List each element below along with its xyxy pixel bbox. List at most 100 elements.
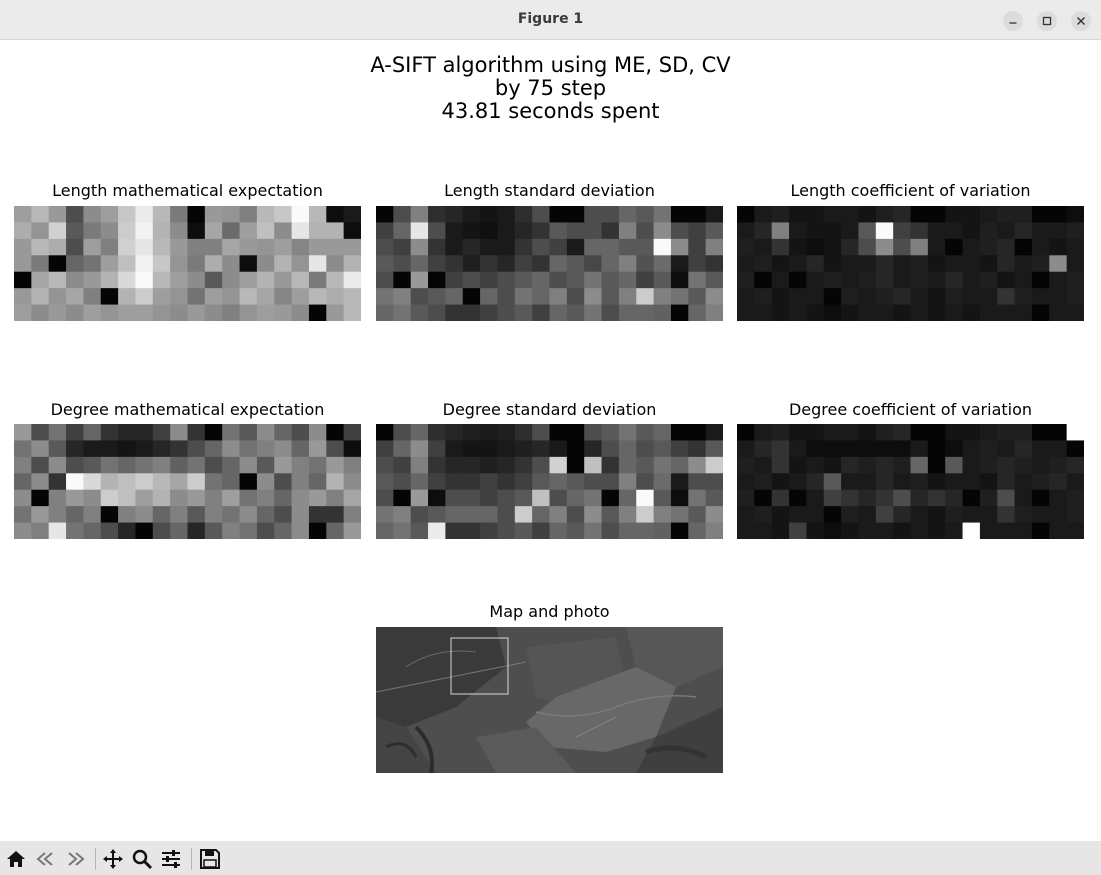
- heatmap-cell: [549, 255, 568, 273]
- heatmap-cell: [841, 440, 859, 458]
- forward-button[interactable]: [63, 847, 87, 871]
- heatmap-cell: [239, 255, 258, 273]
- heatmap-cell: [806, 473, 825, 491]
- close-button[interactable]: [1071, 11, 1091, 31]
- back-button[interactable]: [34, 847, 58, 871]
- heatmap-cell: [14, 304, 32, 321]
- configure-subplots-button[interactable]: [159, 847, 183, 871]
- heatmap-cell: [222, 489, 241, 507]
- heatmap-cell: [962, 238, 981, 256]
- heatmap-cell: [48, 288, 67, 306]
- heatmap-cell: [997, 206, 1016, 223]
- heatmap-cell: [66, 304, 84, 321]
- heatmap-cell: [566, 238, 585, 256]
- heatmap-cell: [910, 304, 929, 321]
- heatmap-cell: [66, 522, 84, 539]
- heatmap-cell: [256, 456, 275, 474]
- heatmap-cell: [187, 206, 206, 223]
- heatmap-cell: [771, 489, 790, 507]
- heatmap-cell: [771, 473, 790, 491]
- heatmap-cell: [532, 271, 550, 289]
- heatmap-cell: [566, 271, 585, 289]
- heatmap-cell: [754, 206, 773, 223]
- heatmap-cell: [653, 288, 672, 306]
- heatmap-cell: [1014, 489, 1033, 507]
- heatmap-cell: [14, 206, 32, 223]
- heatmap-cell: [789, 206, 807, 223]
- heatmap-cell: [875, 489, 894, 507]
- heatmap-cell: [737, 222, 755, 240]
- heatmap-cell: [239, 271, 258, 289]
- heatmap-cell: [927, 473, 946, 491]
- heatmap-cell: [326, 206, 345, 223]
- heatmap-cell: [688, 506, 707, 524]
- heatmap-length-me: [14, 206, 361, 321]
- heatmap-cell: [376, 304, 394, 321]
- heatmap-cell: [308, 255, 327, 273]
- heatmap-cell: [291, 473, 310, 491]
- heatmap-cell: [480, 255, 498, 273]
- heatmap-cell: [497, 522, 516, 539]
- heatmap-cell: [997, 440, 1016, 458]
- heatmap-cell: [204, 424, 223, 441]
- heatmap-cell: [222, 255, 241, 273]
- heatmap-cell: [274, 424, 293, 441]
- heatmap-cell: [771, 522, 790, 539]
- heatmap-cell: [618, 255, 637, 273]
- heatmap-cell: [48, 473, 67, 491]
- heatmap-cell: [514, 206, 533, 223]
- heatmap-cell: [152, 222, 171, 240]
- heatmap-cell: [497, 271, 516, 289]
- heatmap-cell: [308, 456, 327, 474]
- heatmap-cell: [979, 255, 998, 273]
- heatmap-cell: [670, 288, 689, 306]
- heatmap-cell: [927, 238, 946, 256]
- minimize-button[interactable]: [1003, 11, 1023, 31]
- heatmap-cell: [670, 506, 689, 524]
- heatmap-cell: [789, 271, 807, 289]
- heatmap-cell: [204, 473, 223, 491]
- heatmap-cell: [789, 238, 807, 256]
- home-button[interactable]: [4, 847, 28, 871]
- heatmap-cell: [532, 304, 550, 321]
- heatmap-cell: [1049, 304, 1068, 321]
- heatmap-cell: [1066, 288, 1084, 306]
- heatmap-cell: [1049, 238, 1068, 256]
- heatmap-cell: [806, 304, 825, 321]
- heatmap-cell: [636, 522, 655, 539]
- heatmap-cell: [462, 473, 481, 491]
- heatmap-cell: [1031, 440, 1050, 458]
- heatmap-cell: [1031, 206, 1050, 223]
- heatmap-cell: [653, 255, 672, 273]
- heatmap-cell: [945, 304, 964, 321]
- heatmap-cell: [31, 456, 50, 474]
- heatmap-cell: [806, 222, 825, 240]
- heatmap-cell: [118, 424, 136, 441]
- heatmap-cell: [1031, 424, 1050, 441]
- pan-button[interactable]: [101, 847, 125, 871]
- heatmap-cell: [893, 222, 911, 240]
- figure-canvas[interactable]: A-SIFT algorithm using ME, SD, CV by 75 …: [0, 41, 1101, 841]
- save-button[interactable]: [198, 847, 222, 871]
- heatmap-cell: [875, 255, 894, 273]
- heatmap-cell: [549, 271, 568, 289]
- heatmap-cell: [428, 271, 446, 289]
- panel-title-length-sd: Length standard deviation: [444, 181, 655, 200]
- heatmap-cell: [48, 304, 67, 321]
- heatmap-cell: [997, 238, 1016, 256]
- heatmap-cell: [1066, 506, 1084, 524]
- heatmap-cell: [653, 506, 672, 524]
- heatmap-cell: [239, 506, 258, 524]
- heatmap-cell: [66, 440, 84, 458]
- heatmap-cell: [14, 238, 32, 256]
- zoom-button[interactable]: [130, 847, 154, 871]
- heatmap-cell: [48, 522, 67, 539]
- heatmap-cell: [705, 506, 723, 524]
- heatmap-cell: [256, 206, 275, 223]
- heatmap-cell: [462, 255, 481, 273]
- heatmap-cell: [893, 238, 911, 256]
- heatmap-cell: [187, 238, 206, 256]
- maximize-button[interactable]: [1037, 11, 1057, 31]
- heatmap-cell: [1014, 222, 1033, 240]
- heatmap-cell: [566, 473, 585, 491]
